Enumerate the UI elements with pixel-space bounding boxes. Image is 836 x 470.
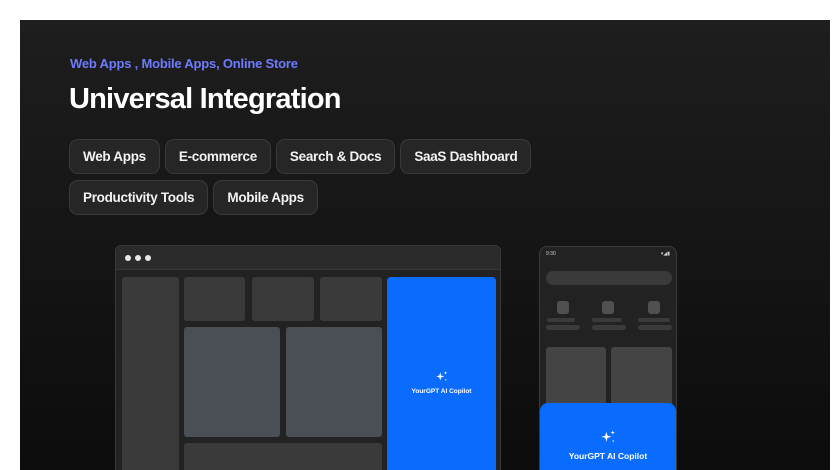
text-line-placeholder — [546, 325, 580, 330]
browser-title-bar — [116, 246, 500, 270]
page-title: Universal Integration — [69, 83, 341, 115]
window-dot — [125, 254, 131, 261]
status-bar: 9:30 ▾◢▮ — [546, 251, 670, 257]
text-line-placeholder — [592, 325, 626, 330]
window-dot — [135, 254, 141, 261]
search-bar-placeholder — [546, 271, 672, 285]
copilot-label: YourGPT AI Copilot — [568, 451, 648, 461]
chip-mobile-apps[interactable]: Mobile Apps — [213, 180, 318, 215]
browser-mockup: YourGPT AI Copilot — [115, 245, 501, 470]
content-placeholder — [286, 327, 382, 437]
text-line-placeholder — [592, 318, 622, 322]
card-placeholder — [252, 277, 314, 321]
copilot-panel[interactable]: YourGPT AI Copilot — [387, 277, 496, 470]
chip-web-apps[interactable]: Web Apps — [69, 139, 160, 174]
chip-row-2: Productivity Tools Mobile Apps — [69, 180, 589, 215]
sidebar-placeholder — [122, 277, 179, 470]
icon-placeholder — [602, 301, 614, 314]
card-placeholder — [546, 347, 606, 407]
chip-saas-dashboard[interactable]: SaaS Dashboard — [400, 139, 532, 174]
copilot-label: YourGPT AI Copilot — [411, 387, 472, 395]
card-placeholder — [184, 277, 245, 321]
chip-search-docs[interactable]: Search & Docs — [275, 139, 396, 174]
integration-section: Web Apps , Mobile Apps, Online Store Uni… — [20, 20, 830, 470]
card-placeholder — [320, 277, 382, 321]
integration-chips: Web Apps E-commerce Search & Docs SaaS D… — [69, 139, 589, 221]
icon-placeholder — [648, 301, 660, 314]
text-line-placeholder — [638, 325, 672, 330]
window-dot — [145, 254, 151, 261]
text-line-placeholder — [638, 318, 670, 322]
status-signal: ▾◢▮ — [660, 251, 670, 257]
content-placeholder — [184, 327, 280, 437]
text-line-placeholder — [547, 318, 575, 322]
chip-productivity-tools[interactable]: Productivity Tools — [69, 180, 209, 215]
sparkle-icon — [435, 370, 447, 381]
chip-row-1: Web Apps E-commerce Search & Docs SaaS D… — [69, 139, 589, 174]
phone-mockup: 9:30 ▾◢▮ YourGPT AI Copilot — [539, 246, 677, 470]
copilot-sheet[interactable]: YourGPT AI Copilot — [540, 403, 676, 470]
content-placeholder — [184, 443, 382, 470]
eyebrow-text: Web Apps , Mobile Apps, Online Store — [70, 56, 298, 71]
icon-placeholder — [557, 301, 569, 314]
card-placeholder — [611, 347, 672, 407]
sparkle-icon — [600, 430, 615, 443]
status-time: 9:30 — [546, 251, 556, 257]
chip-ecommerce[interactable]: E-commerce — [164, 139, 271, 174]
